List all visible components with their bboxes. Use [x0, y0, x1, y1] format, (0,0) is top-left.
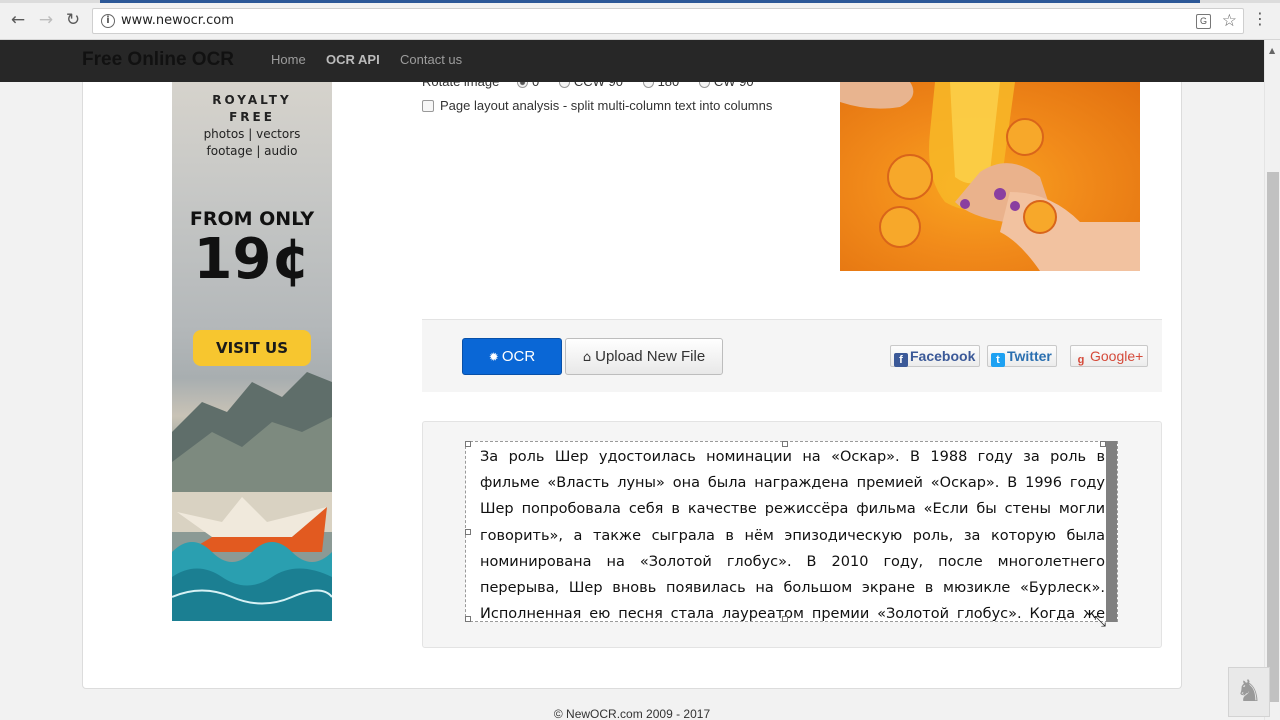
layout-analysis-checkbox[interactable]: [422, 100, 434, 112]
page-scrollbar[interactable]: ▲: [1264, 40, 1280, 720]
scroll-up-arrow-icon[interactable]: ▲: [1269, 46, 1275, 55]
resize-handle[interactable]: [465, 529, 471, 535]
nav-contact-link[interactable]: Contact us: [400, 52, 462, 67]
result-line: Исполненная ею песня стала лауреатом пре…: [480, 606, 1105, 622]
ad-product-image: [840, 82, 1140, 271]
site-info-icon[interactable]: i: [101, 14, 115, 28]
result-line: перерыва, Шер вновь появилась на большом…: [480, 579, 1105, 596]
gear-icon: ✹: [488, 350, 499, 364]
facebook-share-button[interactable]: f Facebook: [890, 345, 981, 367]
resize-handle[interactable]: [1100, 441, 1106, 447]
resize-handle[interactable]: [465, 616, 471, 622]
address-bar[interactable]: i www.newocr.com G ☆: [92, 8, 1244, 34]
google-plus-icon: g: [1077, 354, 1085, 366]
back-icon[interactable]: ←: [8, 10, 28, 30]
reload-icon[interactable]: ↻: [63, 10, 83, 30]
page-footer: © NewOCR.com 2009 - 2017: [553, 707, 711, 720]
forward-icon[interactable]: →: [36, 10, 56, 30]
resize-cursor-icon: ⤡: [1094, 612, 1107, 630]
twitter-icon: t: [991, 353, 1005, 367]
google-plus-share-button[interactable]: g Google+: [1070, 345, 1149, 367]
home-icon: ⌂: [582, 350, 592, 365]
site-navbar: Free Online OCR Home OCR API Contact us: [0, 40, 1264, 82]
layout-analysis-label: Page layout analysis - split multi-colum…: [440, 98, 773, 113]
resize-handle[interactable]: [465, 441, 471, 447]
dragon-logo-icon: ♞: [1228, 667, 1270, 717]
result-line: Шер попробовала себя в качестве режиссёр…: [480, 501, 1105, 518]
nav-home-link[interactable]: Home: [271, 52, 306, 67]
nav-ocr-api-link[interactable]: OCR API: [326, 52, 380, 67]
tab-strip-edge: [0, 0, 1280, 3]
browser-toolbar: ← → ↻ i www.newocr.com G ☆ ⋮: [0, 0, 1280, 40]
upload-new-file-button[interactable]: ⌂ Upload New File: [565, 338, 723, 375]
browser-menu-icon[interactable]: ⋮: [1252, 10, 1268, 28]
left-advertisement[interactable]: ROYALTY FREE photos | vectors footage | au…: [172, 82, 332, 621]
url-text[interactable]: www.newocr.com: [121, 13, 234, 28]
result-line: номинирована на «Золотой глобус». В 2010…: [480, 553, 1105, 570]
layout-analysis-option[interactable]: Page layout analysis - split multi-colum…: [422, 98, 772, 113]
twitter-share-button[interactable]: t Twitter: [987, 345, 1057, 367]
result-line: За роль Шер удостоилась номинации на «Ос…: [480, 449, 1105, 465]
ocr-result-textarea[interactable]: За роль Шер удостоилась номинации на «Ос…: [465, 441, 1118, 622]
resize-handle[interactable]: [782, 616, 788, 622]
right-advertisement[interactable]: [840, 82, 1140, 271]
resize-handle[interactable]: [782, 441, 788, 447]
result-line: фильме «Власть луны» она была награждена…: [480, 475, 1105, 492]
facebook-icon: f: [894, 353, 908, 367]
textarea-scrollbar[interactable]: [1106, 441, 1117, 622]
scrollbar-thumb[interactable]: [1267, 172, 1279, 702]
translate-icon[interactable]: G: [1196, 14, 1211, 29]
result-line: говорить», а также сыграла в нём эпизоди…: [480, 527, 1105, 544]
ad-landscape-illustration: [172, 372, 332, 621]
site-brand[interactable]: Free Online OCR: [82, 49, 234, 71]
bookmark-star-icon[interactable]: ☆: [1222, 11, 1237, 31]
action-bar: ✹ OCR ⌂ Upload New File f Facebook t Twitter…: [422, 319, 1162, 392]
ocr-button[interactable]: ✹ OCR: [462, 338, 562, 375]
